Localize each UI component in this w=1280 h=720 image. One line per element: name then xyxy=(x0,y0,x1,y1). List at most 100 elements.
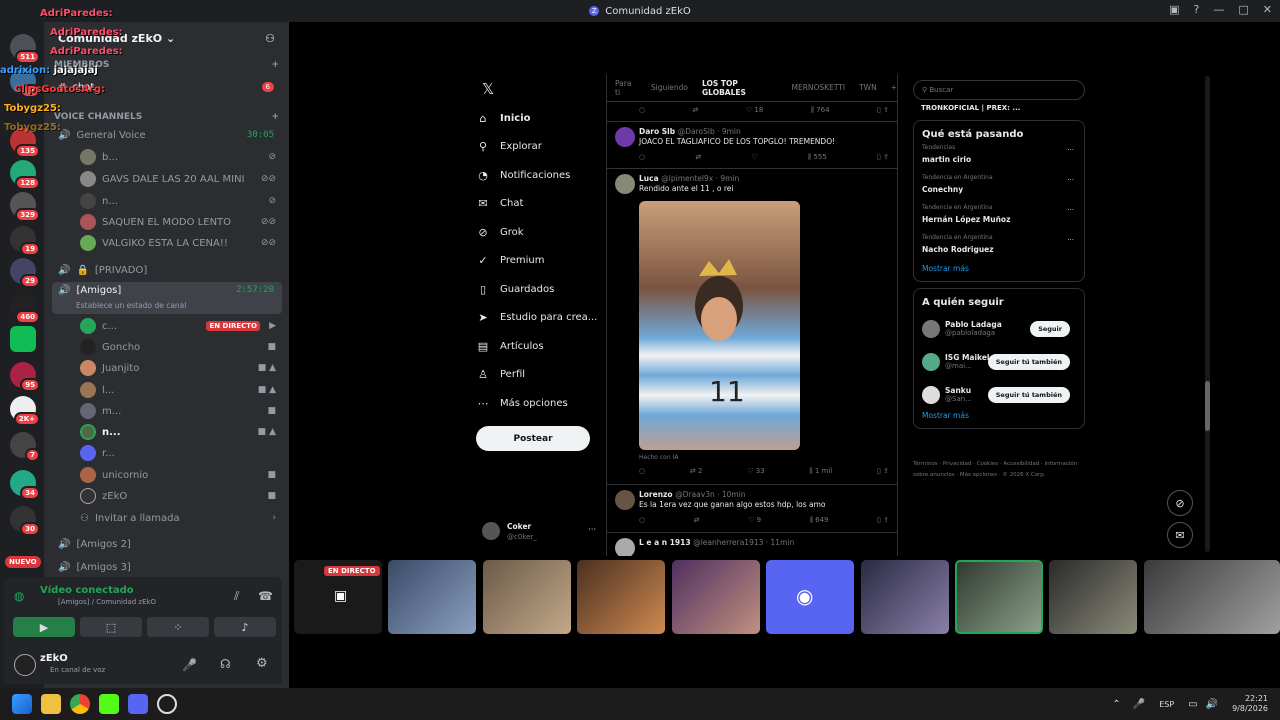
retweet-icon[interactable]: ⇄ xyxy=(694,516,700,525)
server-icon[interactable] xyxy=(10,326,36,352)
maximize-icon[interactable]: □ xyxy=(1238,3,1248,16)
server-icon[interactable]: 95 xyxy=(10,362,40,392)
nav-estudio[interactable]: ➤ Estudio para crea... xyxy=(476,304,606,333)
voice-user[interactable]: b... ⊘ xyxy=(74,146,282,168)
avatar[interactable] xyxy=(14,654,36,676)
tweet[interactable]: Lorenzo @Draav3n · 10min Es la 1era vez … xyxy=(607,485,897,533)
search-input[interactable]: ⚲ Buscar xyxy=(913,80,1085,100)
stream-tile[interactable]: EN DIRECTO ▣ xyxy=(294,560,382,634)
views-icon[interactable]: ⫼ 649 xyxy=(810,516,829,525)
add-friend-icon[interactable]: ⚇ xyxy=(265,32,275,45)
signal-icon[interactable]: ◍ xyxy=(14,589,24,603)
plus-icon[interactable]: + xyxy=(271,60,279,70)
inbox-icon[interactable]: ▣ xyxy=(1169,3,1179,16)
follow-back-button[interactable]: Seguir tú también xyxy=(987,386,1070,403)
channel-privado[interactable]: 🔊 🔒 [PRIVADO] xyxy=(52,259,282,281)
server-icon[interactable]: 29 xyxy=(10,258,40,288)
bookmark-icon[interactable]: ▯ ⇪ xyxy=(877,467,889,476)
settings-icon[interactable]: ⚙ xyxy=(256,656,268,671)
noise-suppression-icon[interactable]: ⫽ xyxy=(234,589,239,604)
follow-suggestion[interactable]: Sanku @San... Seguir tú también xyxy=(922,378,1076,411)
camera-tile[interactable] xyxy=(577,560,665,634)
voice-user[interactable]: VALGIKO ESTA LA CENA!! ⊘⊘ xyxy=(74,232,282,254)
camera-tile[interactable] xyxy=(861,560,949,634)
voice-user[interactable]: Juanjito ■ ▲ xyxy=(74,357,282,379)
plus-icon[interactable]: + xyxy=(271,112,279,122)
trend-item[interactable]: Tendencia en Argentina Nacho Rodriguez ··· xyxy=(922,234,1076,264)
tab-para-ti[interactable]: Para ti xyxy=(615,79,637,97)
trend-item[interactable]: Tendencia en Argentina Hernán López Muñoz… xyxy=(922,204,1076,234)
more-icon[interactable]: ··· xyxy=(1067,206,1074,214)
screen-share-button[interactable]: ⬚ xyxy=(80,617,142,637)
camera-button[interactable]: ▶ xyxy=(13,617,75,637)
server-icon[interactable]: 7 xyxy=(10,432,40,462)
like-icon[interactable]: ♡ 33 xyxy=(747,467,764,476)
microphone-icon[interactable]: 🎤 xyxy=(1133,699,1145,710)
more-icon[interactable]: ··· xyxy=(1067,236,1074,244)
voice-user[interactable]: unicornio ■ xyxy=(74,464,282,486)
retweet-icon[interactable]: ⇄ 2 xyxy=(690,467,703,476)
nav-notificaciones[interactable]: ◔ Notificaciones xyxy=(476,161,606,190)
messages-fab-icon[interactable]: ✉ xyxy=(1167,522,1193,548)
voice-status[interactable]: Vídeo conectado xyxy=(40,585,134,596)
bookmark-icon[interactable]: ▯ ⇪ xyxy=(877,153,889,162)
retweet-icon[interactable]: ⇄ xyxy=(693,106,699,115)
tab-mernosketti[interactable]: MERNOSKETTI xyxy=(791,83,845,92)
nav-explorar[interactable]: ⚲ Explorar xyxy=(476,133,606,162)
nav-inicio[interactable]: ⌂ Inicio xyxy=(476,104,606,133)
follow-suggestion[interactable]: Pablo Ladaga @pabloladaga Seguir xyxy=(922,312,1076,345)
like-icon[interactable]: ♡ 18 xyxy=(746,106,763,115)
volume-icon[interactable]: 🔊 xyxy=(1206,699,1218,710)
discord-icon[interactable] xyxy=(128,694,148,714)
grok-icon[interactable] xyxy=(157,694,177,714)
like-icon[interactable]: ♡ xyxy=(751,153,757,162)
voice-user[interactable]: GAVS DALE LAS 20 AAL MINI ⊘⊘ xyxy=(74,168,282,190)
voice-user[interactable]: r... xyxy=(74,442,282,464)
follow-button[interactable]: Seguir xyxy=(1030,320,1070,337)
chevron-up-icon[interactable]: ⌃ xyxy=(1112,699,1120,710)
tweet-image[interactable]: 11 xyxy=(639,201,800,450)
trend-item[interactable]: Tendencia en Argentina Conechny ··· xyxy=(922,174,1076,204)
server-icon[interactable]: 30 xyxy=(10,506,40,536)
bookmark-icon[interactable]: ▯ ⇪ xyxy=(877,516,889,525)
voice-user[interactable]: l... ■ ▲ xyxy=(74,379,282,401)
server-icon[interactable]: 329 xyxy=(10,192,40,222)
more-icon[interactable]: ··· xyxy=(1067,176,1074,184)
like-icon[interactable]: ♡ 9 xyxy=(748,516,761,525)
voice-user[interactable]: SAQUEN EL MODO LENTO ⊘⊘ xyxy=(74,211,282,233)
minimize-icon[interactable]: — xyxy=(1213,3,1224,16)
camera-tile[interactable] xyxy=(388,560,476,634)
activities-button[interactable]: ⁘ xyxy=(147,617,209,637)
language-indicator[interactable]: ESP xyxy=(1159,700,1174,709)
server-icon[interactable]: 460 xyxy=(10,294,40,324)
trend-item[interactable]: Tendencias martin cirio ··· xyxy=(922,144,1076,174)
voice-user[interactable]: n... ■ ▲ xyxy=(74,421,282,443)
voice-user[interactable]: Goncho ■ xyxy=(74,336,282,358)
reply-icon[interactable]: ○ xyxy=(639,467,645,476)
reply-icon[interactable]: ○ xyxy=(639,106,645,115)
reply-icon[interactable]: ○ xyxy=(639,516,645,525)
top-user[interactable]: TRONKOFICIAL | PREX: ... xyxy=(921,104,1077,112)
voice-user[interactable]: c... EN DIRECTO ▶ xyxy=(74,315,282,337)
camera-tile[interactable] xyxy=(1049,560,1137,634)
show-more-link[interactable]: Mostrar más xyxy=(922,264,1076,273)
add-tab-icon[interactable]: + xyxy=(891,83,897,92)
server-icon[interactable]: 128 xyxy=(10,160,40,190)
scrollbar-thumb[interactable] xyxy=(1205,381,1210,431)
nav-chat[interactable]: ✉ Chat xyxy=(476,190,606,219)
tweet[interactable]: L e a n 1913 @leanherrera1913 · 11min xyxy=(607,533,897,556)
views-icon[interactable]: ⫼ 555 xyxy=(808,153,827,162)
voice-user[interactable]: n... ⊘ xyxy=(74,190,282,212)
channel-amigos[interactable]: 🔊 [Amigos] 2:57:20 Establece un estado de… xyxy=(52,282,282,314)
camera-tile[interactable] xyxy=(672,560,760,634)
disconnect-icon[interactable]: ☎ xyxy=(258,589,273,603)
voice-user[interactable]: zEkO ■ xyxy=(74,485,282,507)
voice-channel-name[interactable]: [Amigos] / Comunidad zEkO xyxy=(58,598,156,606)
voice-user[interactable]: m... ■ xyxy=(74,400,282,422)
nav-mas-opciones[interactable]: ⋯ Más opciones xyxy=(476,389,606,418)
follow-suggestion[interactable]: ISG Maikel @mai... Seguir tú también xyxy=(922,345,1076,378)
nav-articulos[interactable]: ▤ Artículos xyxy=(476,332,606,361)
kick-icon[interactable] xyxy=(99,694,119,714)
server-icon[interactable]: 2K+ xyxy=(10,396,40,426)
tab-siguiendo[interactable]: Siguiendo xyxy=(651,83,688,92)
